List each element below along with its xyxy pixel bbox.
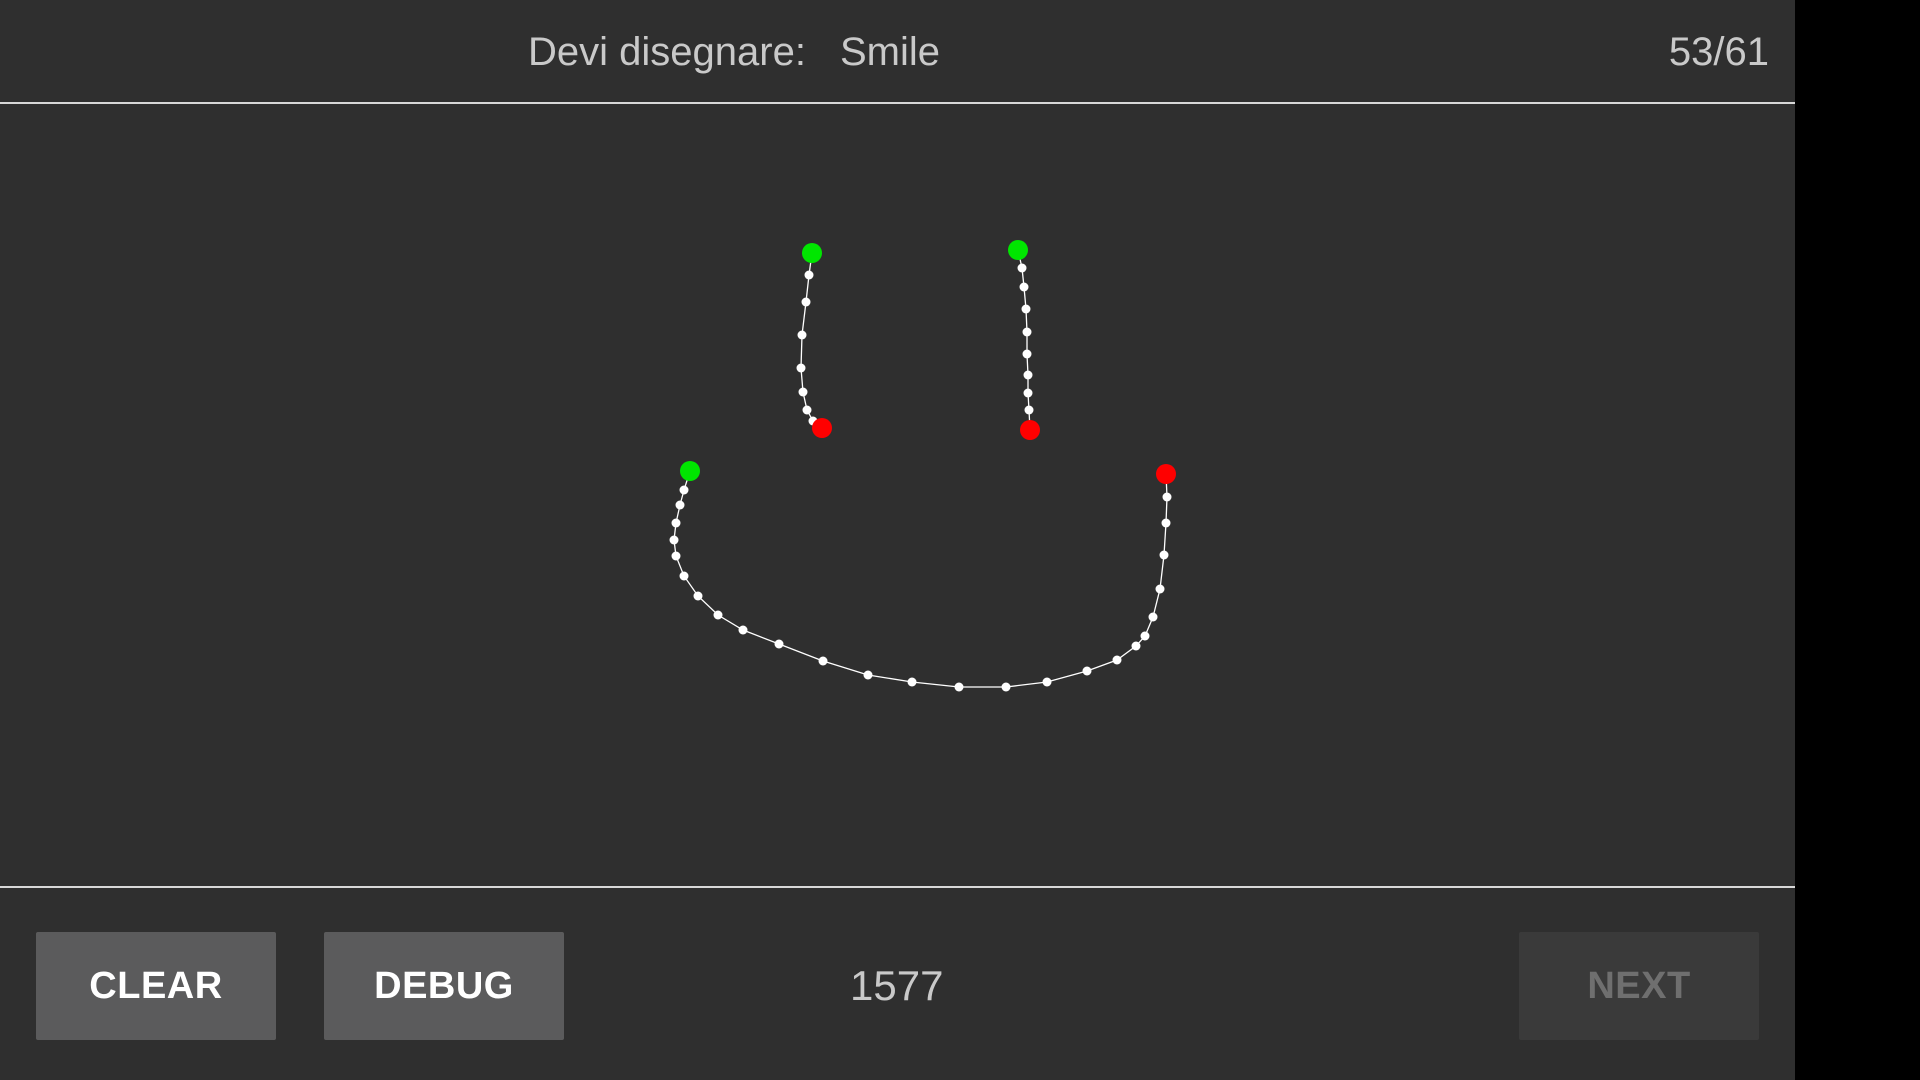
stroke-point <box>1112 655 1122 665</box>
stroke-end-point <box>1020 420 1040 440</box>
stroke-point <box>1024 405 1034 415</box>
stroke-path <box>673 470 1168 688</box>
stroke-point <box>1023 370 1033 380</box>
stroke-point <box>801 297 811 307</box>
stroke-point <box>804 270 814 280</box>
stroke-point <box>713 610 723 620</box>
stroke-point <box>1082 666 1092 676</box>
next-button: NEXT <box>1519 932 1759 1040</box>
stroke-point <box>1161 518 1171 528</box>
stroke-point <box>954 682 964 692</box>
prompt-label: Devi disegnare: <box>528 30 806 74</box>
drawing-prompt: Devi disegnare: Smile <box>528 30 940 75</box>
stroke-path <box>1017 249 1031 431</box>
stroke-point <box>1162 492 1172 502</box>
stroke-point <box>693 591 703 601</box>
stroke-point <box>802 405 812 415</box>
stroke-point <box>679 571 689 581</box>
drawing-surface <box>669 240 1176 692</box>
stroke-point <box>675 500 685 510</box>
stroke-point <box>1022 349 1032 359</box>
stroke-point <box>863 670 873 680</box>
stroke-point <box>774 639 784 649</box>
stroke-point <box>669 535 679 545</box>
stroke-left-eye <box>796 243 832 438</box>
stroke-mouth <box>669 461 1176 692</box>
stroke-end-point <box>1156 464 1176 484</box>
stroke-point <box>679 485 689 495</box>
stroke-point <box>818 656 828 666</box>
stroke-point <box>738 625 748 635</box>
stroke-point <box>1042 677 1052 687</box>
stroke-point <box>1001 682 1011 692</box>
stroke-point <box>1148 612 1158 622</box>
target-word: Smile <box>839 30 940 74</box>
stroke-point <box>671 518 681 528</box>
drawing-app: Devi disegnare: Smile 53/61 CLEAR DEBUG … <box>0 0 1795 1080</box>
stroke-end-point <box>812 418 832 438</box>
footer-bar: CLEAR DEBUG 1577 NEXT <box>0 886 1795 1080</box>
stroke-right-eye <box>1008 240 1040 440</box>
stroke-point <box>1017 263 1027 273</box>
stroke-point <box>671 551 681 561</box>
stroke-point <box>796 363 806 373</box>
stroke-point <box>1155 584 1165 594</box>
right-edge-blank <box>1795 0 1920 1080</box>
clear-button[interactable]: CLEAR <box>36 932 276 1040</box>
stroke-point <box>907 677 917 687</box>
stroke-point <box>797 330 807 340</box>
stroke-point <box>1021 304 1031 314</box>
progress-counter: 53/61 <box>1668 30 1769 74</box>
stroke-start-point <box>680 461 700 481</box>
stroke-point <box>1140 631 1150 641</box>
debug-button[interactable]: DEBUG <box>324 932 564 1040</box>
stroke-point <box>1022 327 1032 337</box>
stroke-start-point <box>1008 240 1028 260</box>
score-value: 1577 <box>850 962 944 1009</box>
stroke-point <box>1023 388 1033 398</box>
stroke-path <box>800 252 823 429</box>
stroke-point <box>1159 550 1169 560</box>
stroke-point <box>1131 641 1141 651</box>
stroke-point <box>1019 282 1029 292</box>
stroke-point <box>798 387 808 397</box>
header-bar: Devi disegnare: Smile 53/61 <box>0 0 1795 104</box>
drawing-canvas[interactable] <box>0 105 1795 886</box>
stroke-start-point <box>802 243 822 263</box>
